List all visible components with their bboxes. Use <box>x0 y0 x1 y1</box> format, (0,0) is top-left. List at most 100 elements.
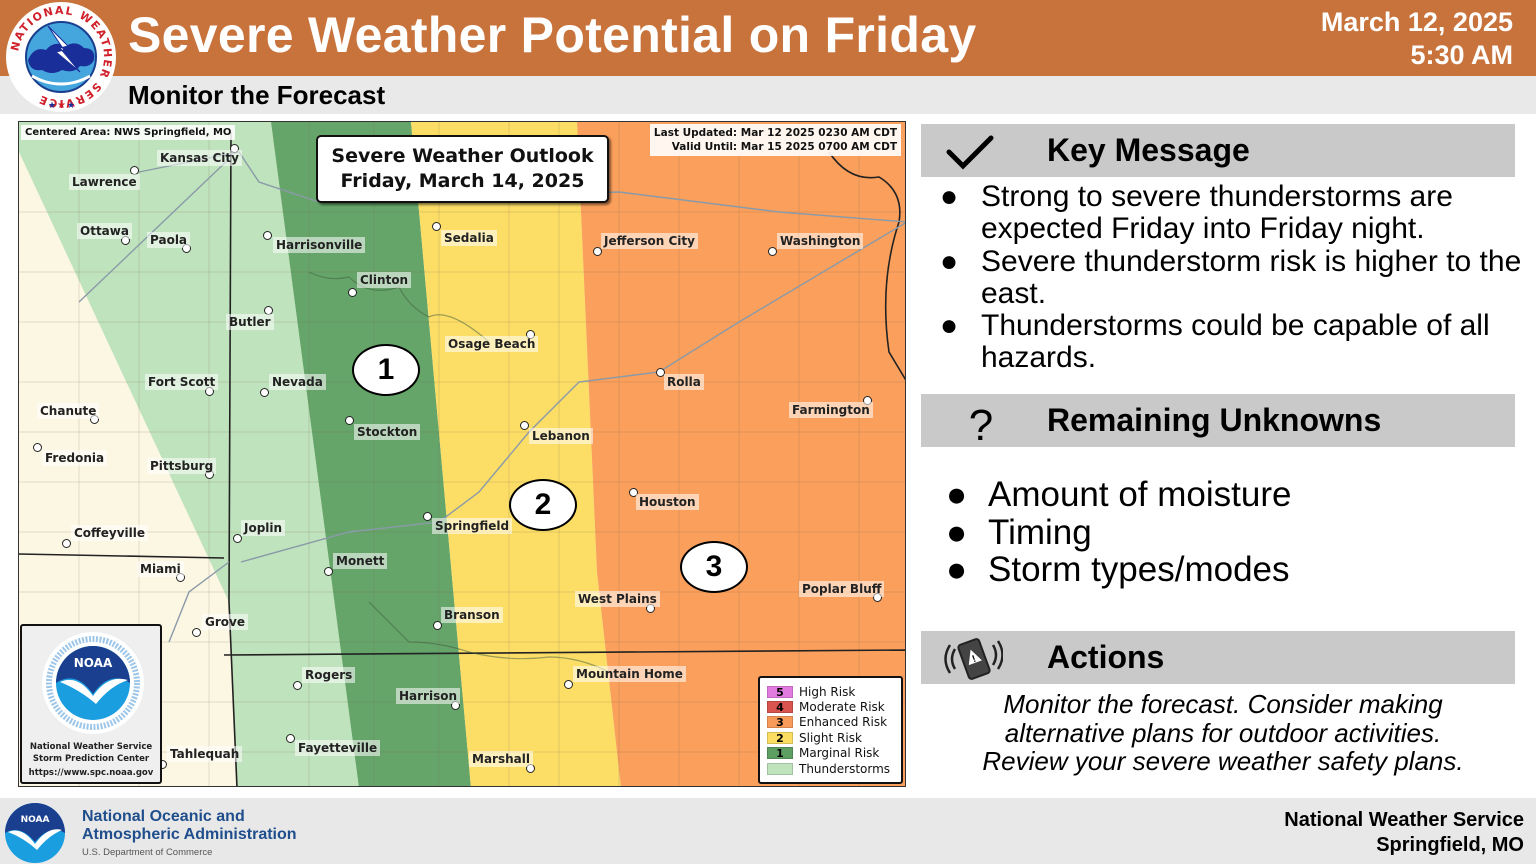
bullet-text: Timing <box>988 512 1092 552</box>
city-label: Farmington <box>789 402 873 418</box>
bullet-text: Thunderstorms could be capable of all ha… <box>981 309 1490 375</box>
list-item: ● Storm types/modes <box>946 551 1531 589</box>
city-label: Tahlequah <box>167 746 243 762</box>
actions-line: Review your severe weather safety plans. <box>982 746 1464 776</box>
legend-item: 1 Marginal Risk <box>767 746 901 761</box>
issue-time: 5:30 AM <box>1410 40 1513 70</box>
office-line2: Springfield, MO <box>1376 834 1524 856</box>
city-label: Lawrence <box>69 174 140 190</box>
city-label: Washington <box>777 233 864 249</box>
nws-logo: NATIONAL WEATHER SERVICE ★ ★ ★ <box>6 2 116 112</box>
city-marker <box>768 247 777 256</box>
noaa-badge-text: NOAA <box>74 656 113 670</box>
key-message-title: Key Message <box>1047 132 1250 168</box>
noaa-name-line1: National Oceanic and <box>82 808 245 825</box>
spc-url[interactable]: https://www.spc.noaa.gov <box>22 768 160 778</box>
bullet-icon: ● <box>940 180 959 213</box>
noaa-name: National Oceanic and Atmospheric Adminis… <box>82 808 297 844</box>
list-item: ● Strong to severe thunderstorms are expe… <box>940 180 1525 246</box>
city-marker <box>520 421 529 430</box>
city-marker <box>564 680 573 689</box>
city-label: Fredonia <box>42 450 108 466</box>
office-name: National Weather Service Springfield, MO <box>1284 808 1524 858</box>
city-marker <box>348 288 357 297</box>
update-info: Last Updated: Mar 12 2025 0230 AM CDT Va… <box>649 124 901 156</box>
noaa-name-line2: Atmospheric Administration <box>82 826 297 843</box>
risk-marker-3: 3 <box>680 541 748 593</box>
legend-item: 3 Enhanced Risk <box>767 715 901 730</box>
city-label: Springfield <box>432 518 513 534</box>
key-message-header: Key Message <box>921 124 1515 177</box>
svg-text:★: ★ <box>57 100 66 111</box>
legend-label: Marginal Risk <box>799 746 880 761</box>
city-marker <box>192 628 201 637</box>
city-label: Harrisonville <box>273 237 366 253</box>
spc-line2: Storm Prediction Center <box>32 754 150 764</box>
risk-marker-1: 1 <box>352 344 420 396</box>
city-label: Stockton <box>354 424 421 440</box>
actions-header: ! Actions <box>921 631 1515 684</box>
bullet-text: Amount of moisture <box>988 475 1292 514</box>
svg-text:★: ★ <box>67 100 75 110</box>
legend-label: Slight Risk <box>799 730 862 745</box>
legend-swatch <box>767 762 793 775</box>
legend-label: Enhanced Risk <box>799 715 888 730</box>
legend-label: High Risk <box>799 684 856 699</box>
legend-swatch: 1 <box>767 747 793 760</box>
city-marker <box>432 222 441 231</box>
city-label: West Plains <box>575 591 660 607</box>
legend-label: Moderate Risk <box>799 700 885 715</box>
city-marker <box>263 231 272 240</box>
outlook-map: Centered Area: NWS Springfield, MO Last … <box>18 121 906 787</box>
city-marker <box>293 681 302 690</box>
city-marker <box>62 539 71 548</box>
legend-item: 4 Moderate Risk <box>767 699 901 714</box>
city-label: Chanute <box>37 403 100 419</box>
city-label: Lebanon <box>529 428 593 444</box>
city-label: Branson <box>441 607 503 623</box>
city-label: Kansas City <box>157 150 242 166</box>
page-title: Severe Weather Potential on Friday <box>128 7 977 63</box>
legend-swatch: 3 <box>767 716 793 729</box>
city-label: Miami <box>137 561 184 577</box>
list-item: ● Thunderstorms could be capable of all h… <box>940 309 1525 375</box>
risk-marker-2: 2 <box>509 479 577 531</box>
legend-item: Thunderstorms <box>767 761 901 776</box>
actions-line: alternative plans for outdoor activities… <box>1004 717 1442 748</box>
city-label: Harrison <box>396 688 461 704</box>
legend-swatch: 5 <box>767 685 793 698</box>
spc-line1: National Weather Service <box>29 742 153 752</box>
spc-logo-box: NOAA National Weather Service Storm Pred… <box>20 624 162 784</box>
legend-item: 2 Slight Risk <box>767 730 901 745</box>
department-name: U.S. Department of Commerce <box>82 847 213 858</box>
city-label: Marshall <box>469 751 533 767</box>
legend-item: 5 High Risk <box>767 684 901 699</box>
noaa-footer-logo: NOAA <box>5 803 65 863</box>
noaa-logo-icon: NOAA <box>42 632 144 734</box>
city-label: Paola <box>147 232 191 248</box>
key-message-list: ● Strong to severe thunderstorms are expe… <box>940 180 1525 375</box>
bullet-text: Storm types/modes <box>988 550 1290 589</box>
city-marker <box>324 567 333 576</box>
city-marker <box>260 388 269 397</box>
city-marker <box>423 512 432 521</box>
city-label: Coffeyville <box>71 525 149 541</box>
city-marker <box>286 734 295 743</box>
city-label: Joplin <box>241 520 286 536</box>
city-marker <box>345 416 354 425</box>
bullet-icon: ● <box>946 512 968 552</box>
list-item: ● Severe thunderstorm risk is higher to t… <box>940 245 1525 311</box>
city-label: Fayetteville <box>295 740 381 756</box>
briefing-slide: NATIONAL WEATHER SERVICE ★ ★ ★ Severe We… <box>0 0 1536 864</box>
city-label: Fort Scott <box>145 374 219 390</box>
phone-alert-icon: ! <box>944 638 1003 680</box>
issue-date: March 12, 2025 <box>1320 7 1513 37</box>
city-label: Poplar Bluff <box>799 581 885 597</box>
city-label: Houston <box>636 494 699 510</box>
city-label: Ottawa <box>77 223 132 239</box>
city-label: Butler <box>226 314 274 330</box>
city-label: Monett <box>333 553 388 569</box>
checkmark-icon <box>946 135 994 170</box>
city-marker <box>33 443 42 452</box>
actions-title: Actions <box>1047 639 1165 675</box>
